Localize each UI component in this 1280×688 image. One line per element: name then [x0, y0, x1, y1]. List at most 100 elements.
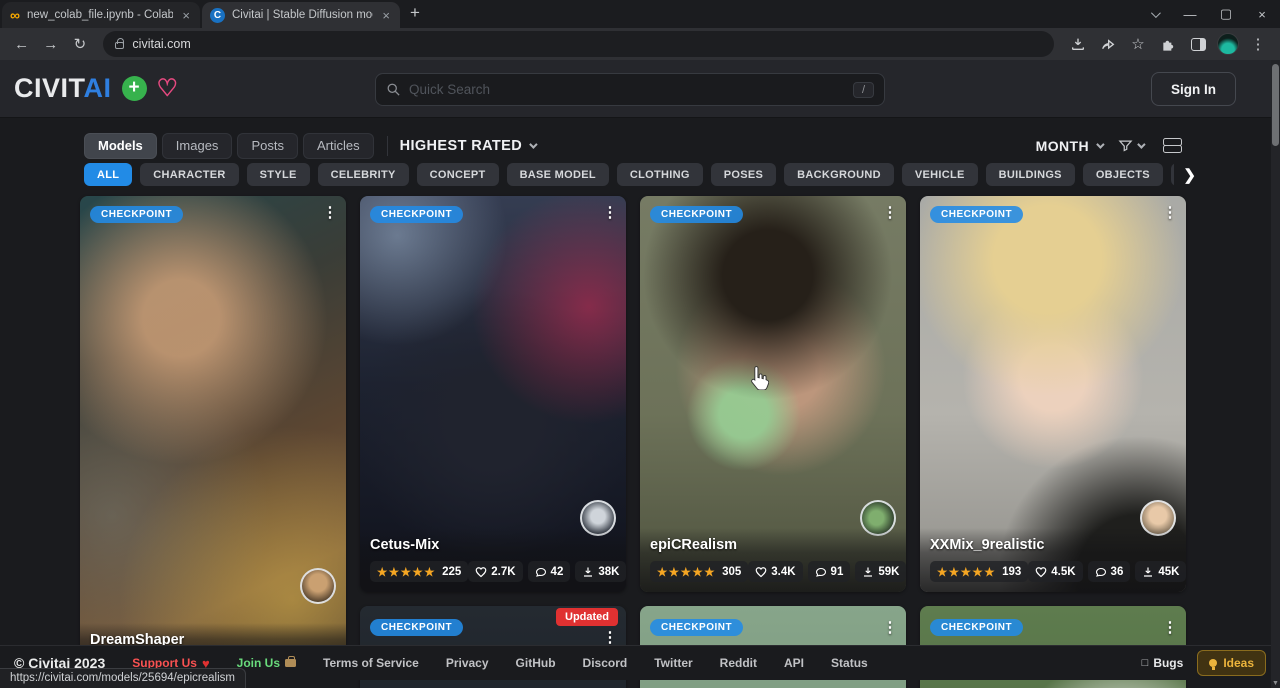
footer-link-bugs[interactable]: □ Bugs [1142, 656, 1184, 670]
footer-link-discord[interactable]: Discord [583, 656, 628, 670]
card-menu-kebab-icon[interactable]: ⋮ [1158, 618, 1182, 636]
ideas-button[interactable]: Ideas [1197, 650, 1266, 676]
footer-right-cluster: □ Bugs Ideas [1142, 650, 1266, 676]
browser-menu-kebab-icon[interactable]: ⋮ [1244, 30, 1272, 58]
card-menu-kebab-icon[interactable]: ⋮ [598, 203, 622, 221]
likes-pill: 4.5K [1028, 561, 1082, 582]
downloads-pill: 38K [575, 561, 626, 582]
footer-link-terms[interactable]: Terms of Service [323, 656, 419, 670]
likes-pill: 2.7K [468, 561, 522, 582]
briefcase-icon [285, 659, 296, 667]
logo-text: CIVITAI [14, 73, 112, 104]
divider [387, 136, 388, 156]
tab-articles[interactable]: Articles [303, 133, 374, 159]
model-name: XXMix_9realistic [930, 537, 1176, 553]
footer-link-status[interactable]: Status [831, 656, 868, 670]
chip-objects[interactable]: OBJECTS [1083, 163, 1163, 186]
tab-title: new_colab_file.ipynb - Colaborat [27, 9, 173, 21]
sign-in-button[interactable]: Sign In [1151, 72, 1236, 106]
card-menu-kebab-icon[interactable]: ⋮ [318, 203, 342, 221]
heart-icon[interactable]: ♡ [157, 77, 179, 101]
extensions-puzzle-icon[interactable] [1154, 30, 1182, 58]
footer-link-twitter[interactable]: Twitter [654, 656, 692, 670]
model-card-dreamshaper[interactable]: CHECKPOINT ⋮ DreamShaper [80, 196, 346, 666]
card-overlay: Cetus-Mix ★★★★★ 225 2.7K [360, 528, 626, 592]
layout-toggle-icon[interactable] [1163, 138, 1180, 153]
lightbulb-icon [1209, 659, 1217, 667]
browser-tab-colab[interactable]: ∞ new_colab_file.ipynb - Colaborat × [2, 2, 200, 28]
search-input[interactable] [409, 82, 845, 97]
chip-style[interactable]: STYLE [247, 163, 310, 186]
checkpoint-badge: CHECKPOINT [650, 206, 743, 223]
card-menu-kebab-icon[interactable]: ⋮ [1158, 203, 1182, 221]
forward-button[interactable]: → [37, 30, 64, 58]
search-bar[interactable]: / [375, 73, 885, 106]
tab-title: Civitai | Stable Diffusion models, [232, 9, 373, 21]
scrollbar-thumb[interactable] [1272, 64, 1279, 146]
card-menu-kebab-icon[interactable]: ⋮ [878, 203, 902, 221]
minimize-button[interactable]: — [1172, 0, 1208, 28]
downloads-pill: 45K [1135, 561, 1186, 582]
chip-vehicle[interactable]: VEHICLE [902, 163, 978, 186]
model-card-xxmix[interactable]: CHECKPOINT ⋮ XXMix_9realistic ★★★★★ 193 [920, 196, 1186, 592]
footer-link-join[interactable]: Join Us [237, 656, 296, 670]
tab-close-icon[interactable]: × [180, 8, 192, 23]
page-scrollbar[interactable]: ▼ [1271, 60, 1280, 688]
chip-buildings[interactable]: BUILDINGS [986, 163, 1075, 186]
footer-link-reddit[interactable]: Reddit [720, 656, 757, 670]
creator-avatar[interactable] [300, 568, 336, 604]
likes-count: 3.4K [771, 566, 795, 578]
chips-scroll-right-arrow[interactable]: ❯ [1174, 163, 1196, 187]
download-icon [582, 566, 594, 578]
chip-all[interactable]: ALL [84, 163, 132, 186]
card-menu-kebab-icon[interactable]: ⋮ [598, 628, 622, 646]
chip-clothing[interactable]: CLOTHING [617, 163, 703, 186]
tab-models[interactable]: Models [84, 133, 157, 159]
card-menu-kebab-icon[interactable]: ⋮ [878, 618, 902, 636]
civitai-logo[interactable]: CIVITAI + ♡ [14, 73, 178, 104]
maximize-button[interactable]: ▢ [1208, 0, 1244, 28]
card-stats: ★★★★★ 305 3.4K 91 [650, 561, 896, 582]
chip-celebrity[interactable]: CELEBRITY [318, 163, 409, 186]
bookmark-star-icon[interactable]: ☆ [1124, 30, 1152, 58]
new-tab-button[interactable]: + [410, 3, 420, 25]
browser-tab-civitai[interactable]: C Civitai | Stable Diffusion models, × [202, 2, 400, 28]
tab-posts[interactable]: Posts [237, 133, 298, 159]
chip-character[interactable]: CHARACTER [140, 163, 238, 186]
window-controls: — ▢ × [1136, 0, 1280, 28]
url-bar[interactable]: civitai.com [103, 31, 1054, 57]
close-button[interactable]: × [1244, 0, 1280, 28]
star-icons: ★★★★★ [657, 565, 716, 579]
period-dropdown[interactable]: MONTH [1036, 138, 1102, 154]
footer-link-api[interactable]: API [784, 656, 804, 670]
footer-link-github[interactable]: GitHub [516, 656, 556, 670]
chip-base-model[interactable]: BASE MODEL [507, 163, 609, 186]
browser-profile-avatar[interactable] [1214, 30, 1242, 58]
sort-dropdown[interactable]: HIGHEST RATED [400, 138, 536, 154]
model-card-epicrealism[interactable]: CHECKPOINT ⋮ epiCRealism ★★★★★ 305 3.4 [640, 196, 906, 592]
chip-background[interactable]: BACKGROUND [784, 163, 894, 186]
footer-link-privacy[interactable]: Privacy [446, 656, 489, 670]
reload-button[interactable]: ↻ [66, 30, 93, 58]
chevron-down-icon [1096, 140, 1104, 148]
likes-count: 2.7K [491, 566, 515, 578]
share-icon[interactable] [1094, 30, 1122, 58]
back-button[interactable]: ← [8, 30, 35, 58]
checkpoint-badge: CHECKPOINT [370, 619, 463, 636]
comments-pill: 36 [1088, 561, 1131, 582]
side-panel-icon[interactable] [1184, 30, 1212, 58]
tab-close-icon[interactable]: × [380, 8, 392, 23]
scrollbar-down-arrow[interactable]: ▼ [1271, 680, 1280, 687]
chip-poses[interactable]: POSES [711, 163, 776, 186]
model-card-cetus-mix[interactable]: CHECKPOINT ⋮ Cetus-Mix ★★★★★ 225 2.7K [360, 196, 626, 592]
filter-dropdown[interactable] [1118, 138, 1143, 153]
page: ∞ new_colab_file.ipynb - Colaborat × C C… [0, 0, 1280, 688]
checkpoint-badge: CHECKPOINT [370, 206, 463, 223]
comments-pill: 42 [528, 561, 571, 582]
upload-plus-button[interactable]: + [122, 76, 147, 101]
tab-search-icon[interactable] [1136, 0, 1172, 28]
downloads-icon[interactable] [1064, 30, 1092, 58]
likes-count: 4.5K [1051, 566, 1075, 578]
chip-concept[interactable]: CONCEPT [417, 163, 499, 186]
tab-images[interactable]: Images [162, 133, 233, 159]
